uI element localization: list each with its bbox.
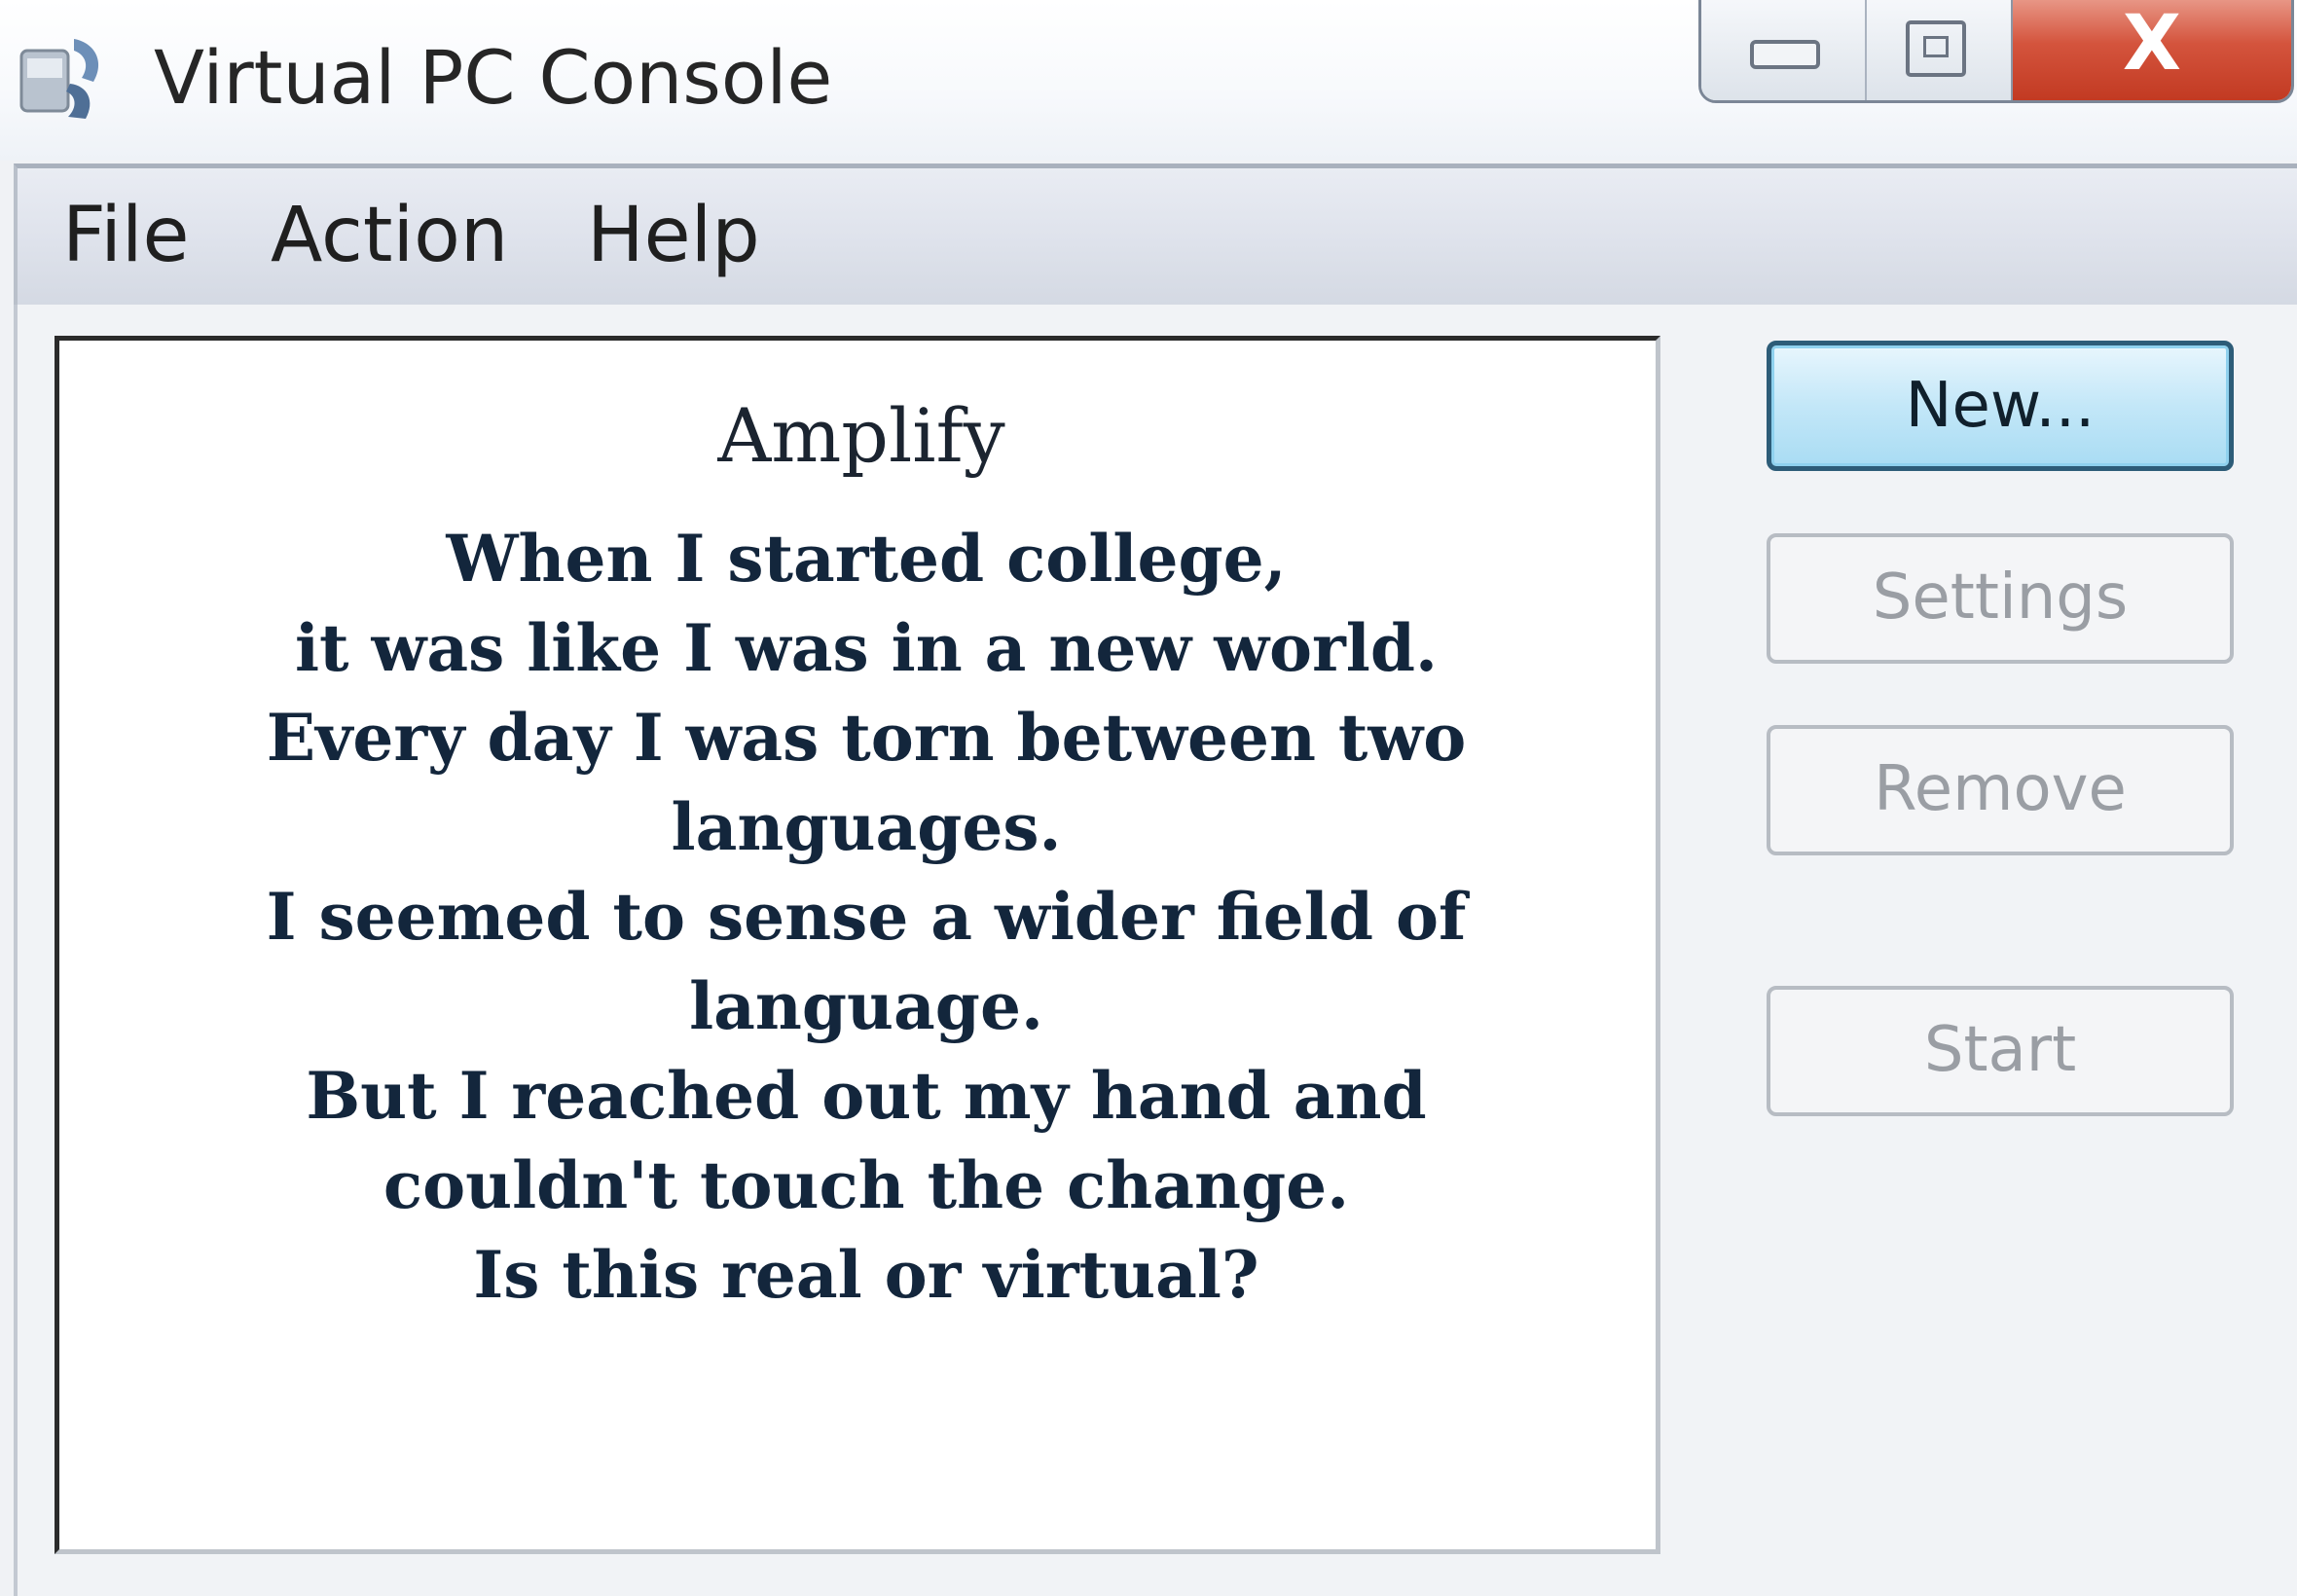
start-button[interactable]: Start <box>1767 986 2234 1116</box>
list-line: languages. <box>671 789 1062 865</box>
list-line: Is this real or virtual? <box>473 1237 1259 1313</box>
close-icon: X <box>2122 0 2182 88</box>
title-bar[interactable]: Virtual PC Console X <box>0 0 2297 161</box>
close-button[interactable]: X <box>2013 0 2291 100</box>
menu-file[interactable]: File <box>62 192 190 279</box>
menu-bar: File Action Help <box>14 163 2297 305</box>
maximize-icon <box>1906 20 1966 77</box>
list-line: language. <box>689 968 1043 1044</box>
settings-button[interactable]: Settings <box>1767 533 2234 664</box>
list-line: couldn't touch the change. <box>383 1147 1350 1223</box>
maximize-button[interactable] <box>1867 0 2013 100</box>
window-title: Virtual PC Console <box>154 34 833 121</box>
list-line: Every day I was torn between two <box>266 700 1467 776</box>
list-title: Amplify <box>717 392 1005 479</box>
menu-action[interactable]: Action <box>271 192 508 279</box>
list-line: But I reached out my hand and <box>306 1058 1427 1134</box>
virtual-pc-app-icon <box>19 39 99 119</box>
minimize-icon <box>1750 40 1820 69</box>
list-line: it was like I was in a new world. <box>294 610 1438 686</box>
virtual-pc-console-window: Virtual PC Console X File Action Help Am… <box>0 0 2297 1596</box>
remove-button[interactable]: Remove <box>1767 725 2234 855</box>
list-text: When I started college, it was like I wa… <box>0 514 1732 1320</box>
new-button[interactable]: New... <box>1767 341 2234 471</box>
minimize-button[interactable] <box>1701 0 1867 100</box>
list-line: When I started college, <box>446 521 1287 597</box>
menu-help[interactable]: Help <box>587 192 760 279</box>
caption-buttons: X <box>1698 0 2294 103</box>
list-line: I seemed to sense a wider field of <box>266 879 1467 955</box>
